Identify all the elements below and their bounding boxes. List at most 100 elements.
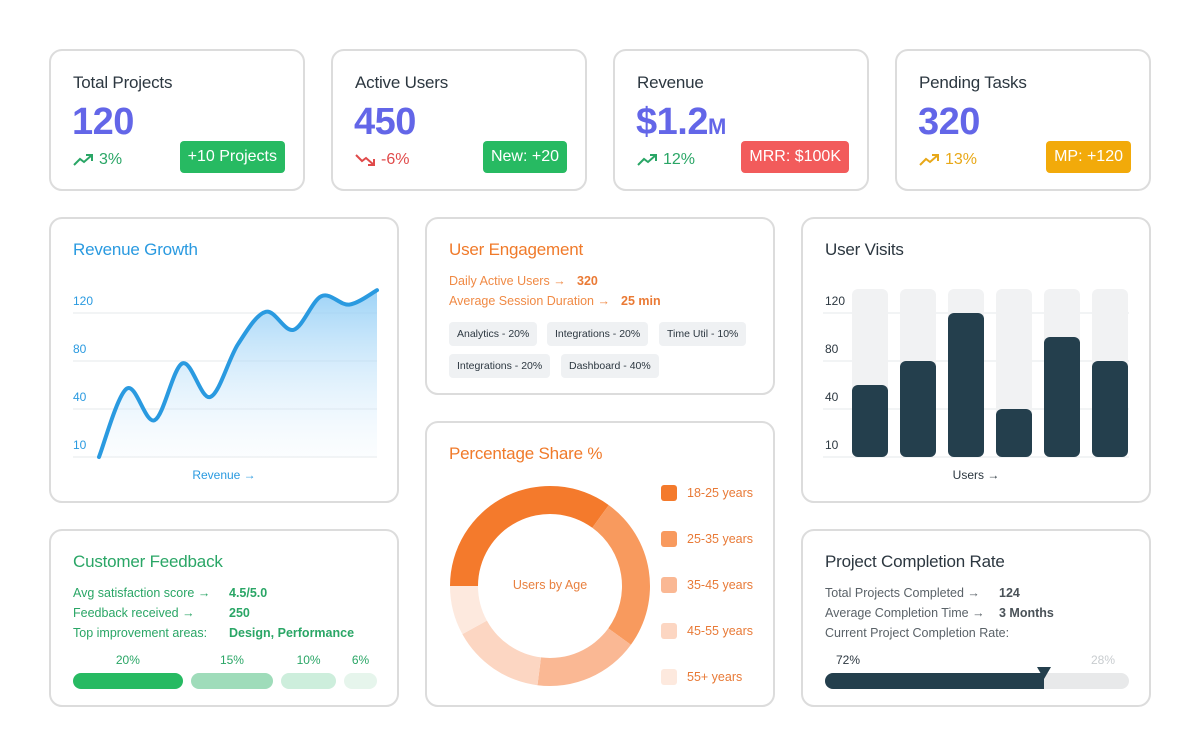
engagement-chip[interactable]: Analytics - 20% (449, 322, 538, 346)
info-label: Daily Active Users → (449, 274, 566, 288)
feedback-bar-label: 15% (219, 653, 244, 667)
bar[interactable] (852, 385, 888, 457)
info-label: Average Completion Time → (825, 606, 985, 620)
legend-swatch (661, 577, 677, 593)
feedback-bar-label: 10% (296, 653, 321, 667)
card-title: User Engagement (449, 240, 584, 259)
legend-label: 18-25 years (687, 486, 754, 500)
remaining-percent-label: 28% (1090, 653, 1115, 667)
stat-badge: New: +20 (482, 141, 567, 173)
legend-item[interactable]: 35-45 years (661, 577, 753, 593)
info-value: 4.5/5.0 (229, 586, 268, 600)
engagement-chip[interactable]: Integrations - 20% (449, 354, 551, 378)
bar[interactable] (996, 409, 1032, 457)
revenue-line-chart: 10 40 80 120 (73, 288, 379, 459)
info-row: Feedback received → 250 (73, 606, 250, 620)
trend-up-icon (637, 153, 659, 167)
stat-title: Active Users (355, 73, 449, 92)
completion-progress-fill (825, 673, 1044, 689)
y-tick-label: 80 (825, 342, 839, 356)
data-point (236, 342, 240, 346)
stat-title: Revenue (637, 73, 704, 92)
bar[interactable] (900, 361, 936, 457)
completed-percent-label: 72% (836, 653, 861, 667)
info-row: Avg satisfaction score → 4.5/5.0 (73, 586, 267, 600)
engagement-chip[interactable]: Time Util - 10% (659, 322, 747, 346)
y-tick-label: 40 (825, 390, 839, 404)
bar[interactable] (1092, 361, 1128, 457)
info-row: Daily Active Users → 320 (449, 274, 598, 288)
donut-slice[interactable] (462, 620, 541, 686)
stat-card-active-users: Active Users 450 -6% New: +20 (331, 49, 587, 191)
legend-swatch (661, 531, 677, 547)
info-row: Top improvement areas: Design, Performan… (73, 626, 354, 640)
info-value: 124 (999, 586, 1020, 600)
stat-card-total-projects: Total Projects 120 3% +10 Projects (49, 49, 305, 191)
donut-center-label: Users by Age (512, 578, 588, 592)
data-point (153, 418, 157, 422)
legend-swatch (661, 623, 677, 639)
info-label: Top improvement areas: (73, 626, 208, 640)
stat-value: $1.2M (636, 101, 726, 143)
info-value: 25 min (621, 294, 661, 308)
info-value: 3 Months (999, 606, 1054, 620)
engagement-chip[interactable]: Integrations - 20% (547, 322, 649, 346)
data-point (375, 288, 379, 292)
info-row: Average Session Duration → 25 min (449, 294, 661, 308)
donut-slice[interactable] (450, 486, 609, 586)
progress-marker-icon[interactable] (1036, 667, 1051, 679)
legend-item[interactable]: 45-55 years (661, 623, 753, 639)
engagement-chip[interactable]: Dashboard - 40% (561, 354, 659, 378)
feedback-bar (281, 673, 337, 689)
stat-badge: MP: +120 (1046, 141, 1131, 173)
data-point (125, 387, 129, 391)
data-point (97, 455, 101, 459)
user-visits-card: User Visits 10 40 80 120 Users → (801, 217, 1151, 503)
feedback-bar-label: 6% (351, 653, 370, 667)
data-point (347, 303, 351, 307)
legend-item[interactable]: 18-25 years (661, 485, 753, 501)
stat-value: 320 (918, 101, 980, 143)
revenue-growth-card: Revenue Growth 10 40 80 120 Revenue → (49, 217, 399, 503)
data-point (208, 395, 212, 399)
trend-up-icon (919, 153, 941, 167)
stat-trend: -6% (355, 151, 409, 169)
data-point (319, 294, 323, 298)
data-point (264, 310, 268, 314)
percentage-share-card: Percentage Share % Users by Age 18-25 ye… (425, 421, 775, 707)
stat-value: 450 (354, 101, 416, 143)
donut-slice[interactable] (537, 628, 631, 686)
bar[interactable] (948, 313, 984, 457)
project-completion-card: Project Completion Rate Total Projects C… (801, 529, 1151, 707)
data-point (292, 328, 296, 332)
feedback-bar (73, 673, 183, 689)
y-tick-label: 40 (73, 390, 87, 404)
donut-slice[interactable] (592, 505, 650, 645)
bar[interactable] (1044, 337, 1080, 457)
info-label: Total Projects Completed → (825, 586, 980, 600)
legend-label: 45-55 years (687, 624, 754, 638)
info-label: Current Project Completion Rate: (825, 626, 1010, 640)
customer-feedback-card: Customer Feedback Avg satisfaction score… (49, 529, 399, 707)
info-value: 320 (577, 274, 598, 288)
info-label: Avg satisfaction score → (73, 586, 211, 600)
stat-trend: 12% (637, 151, 695, 169)
legend-label: 35-45 years (687, 578, 754, 592)
trend-down-icon (355, 153, 377, 167)
user-engagement-card: User Engagement Daily Active Users → 320… (425, 217, 775, 395)
card-title: Project Completion Rate (825, 552, 1005, 571)
feedback-bar (190, 673, 274, 689)
stat-trend: 13% (919, 151, 977, 169)
stat-trend: 3% (73, 151, 122, 169)
legend-item[interactable]: 55+ years (661, 669, 742, 685)
y-tick-label: 10 (825, 438, 839, 452)
x-axis-caption: Users → (952, 468, 1000, 482)
card-title: Customer Feedback (73, 552, 223, 571)
info-row: Average Completion Time → 3 Months (825, 606, 1054, 620)
stat-card-revenue: Revenue $1.2M 12% MRR: $100K (613, 49, 869, 191)
stat-title: Total Projects (73, 73, 173, 92)
stat-title: Pending Tasks (919, 73, 1027, 92)
feedback-bar-label: 20% (115, 653, 140, 667)
completion-progress-track (825, 673, 1129, 689)
legend-item[interactable]: 25-35 years (661, 531, 753, 547)
